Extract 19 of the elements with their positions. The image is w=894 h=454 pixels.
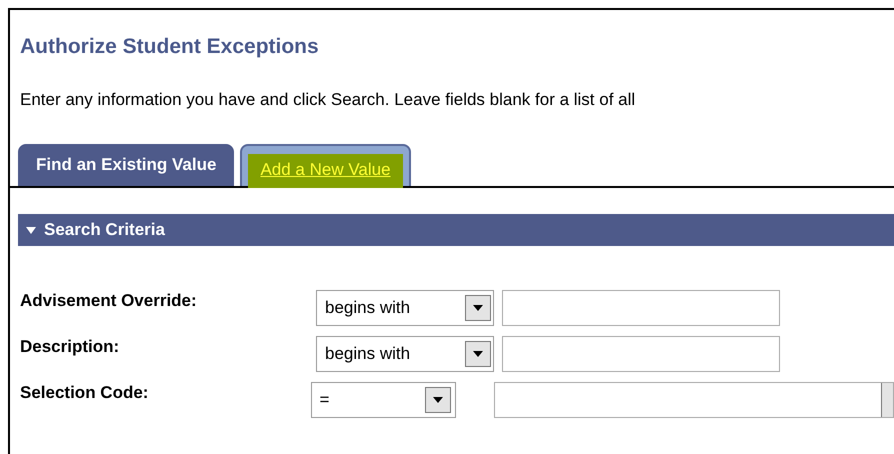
instructions: Enter any information you have and click Search. Leave fields blank for a list of all [20,90,636,110]
lookup-button[interactable] [881,383,893,417]
field-label: Selection Code: [20,382,150,404]
input-field[interactable] [502,336,780,372]
section-header[interactable]: Search Criteria [18,214,894,246]
caret-icon [473,305,483,311]
input-field[interactable] [494,382,894,418]
triangle-icon [26,226,36,234]
section-title: Search Criteria [44,219,165,242]
operator-dropdown[interactable]: begins with [316,336,494,372]
operator-dropdown[interactable]: begins with [316,290,494,326]
field-label: Advisement Override: [20,290,198,312]
tab[interactable]: Find an Existing Value [18,144,234,186]
caret-icon [433,397,443,403]
caret-icon [473,351,483,357]
field-label: Description: [20,336,120,358]
page-title: Authorize Student Exceptions [20,34,320,60]
operator-dropdown[interactable]: = [310,382,456,418]
input-field[interactable] [502,290,780,326]
